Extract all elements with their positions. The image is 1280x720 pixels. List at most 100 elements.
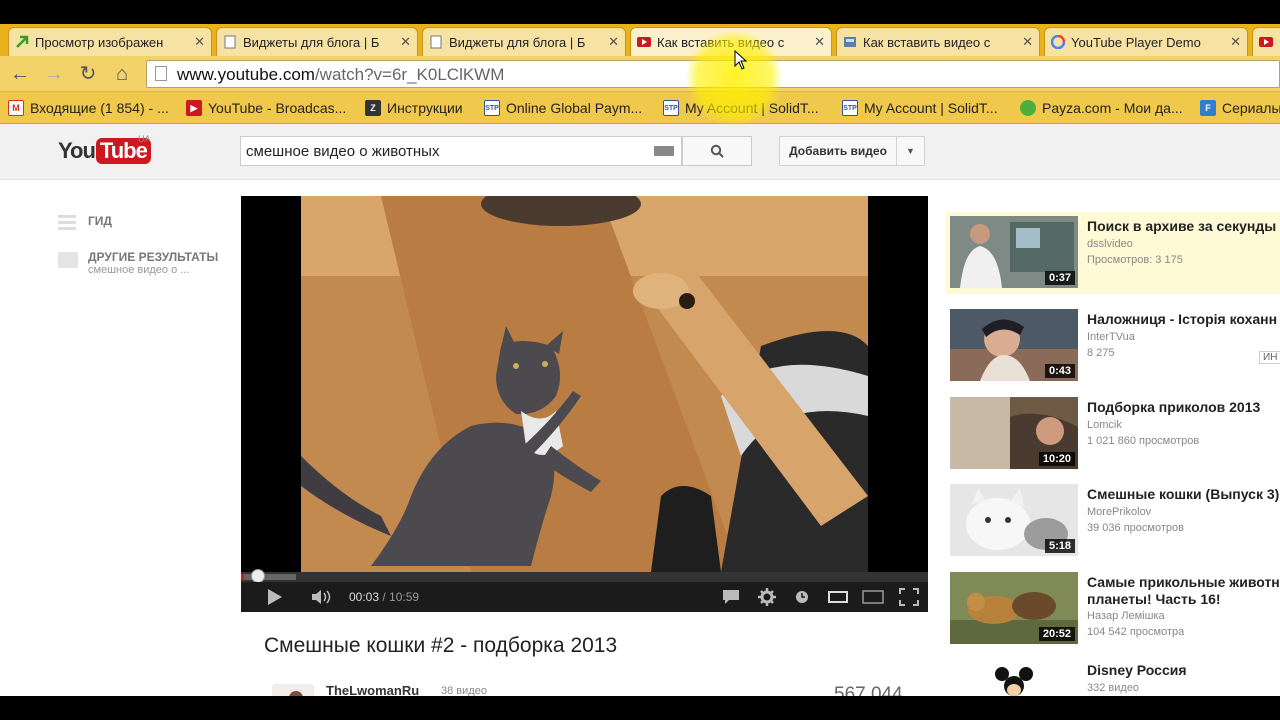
youtube-masthead: YouTube UA Добавить видео ▼ [0, 124, 1280, 180]
payza-icon [1020, 100, 1036, 116]
tab-image-viewer[interactable]: Просмотр изображен ✕ [8, 27, 212, 56]
small-player-icon [828, 591, 848, 603]
related-views: Просмотров: 3 175 [1087, 254, 1183, 266]
avatar[interactable] [272, 684, 314, 696]
video-duration: 5:18 [1044, 539, 1075, 553]
guide-item-guide[interactable]: ГИД [58, 214, 112, 232]
related-title-line2[interactable]: планеты! Часть 16! [1087, 591, 1221, 608]
bookmark-youtube-broadcast[interactable]: ▶ YouTube - Broadcas... [186, 98, 346, 118]
video-player[interactable]: 00:03 / 10:59 [241, 196, 928, 612]
video-thumbnail[interactable]: 0:37 [950, 216, 1078, 288]
view-count: 567 044 [834, 684, 903, 696]
related-title[interactable]: Смешные кошки (Выпуск 3) [1087, 486, 1279, 503]
gmail-icon: M [8, 100, 24, 116]
close-icon[interactable]: ✕ [608, 34, 619, 50]
tab-how-to-embed-2[interactable]: Как вставить видео с ✕ [836, 27, 1040, 56]
related-video[interactable]: 5:18 Смешные кошки (Выпуск 3) MorePrikol… [946, 480, 1280, 562]
video-duration: 0:37 [1044, 271, 1075, 285]
youtube-icon [637, 35, 651, 49]
settings-button[interactable] [757, 587, 777, 607]
related-video[interactable]: 20:52 Самые прикольные животн планеты! Ч… [946, 568, 1280, 650]
back-button[interactable]: ← [8, 62, 32, 86]
bookmark-instructions[interactable]: Z Инструкции [365, 98, 463, 118]
reload-button[interactable]: ↻ [76, 62, 100, 86]
close-icon[interactable]: ✕ [400, 34, 411, 50]
youtube-logo[interactable]: You Tube UA [58, 134, 151, 166]
tab-widgets-2[interactable]: Виджеты для блога | Б ✕ [422, 27, 626, 56]
keyboard-icon[interactable] [654, 146, 674, 156]
player-controls: 00:03 / 10:59 [241, 582, 928, 612]
related-title[interactable]: Подборка приколов 2013 [1087, 399, 1260, 416]
close-icon[interactable]: ✕ [1230, 34, 1241, 50]
chevron-down-icon: ▼ [906, 146, 915, 156]
upload-button[interactable]: Добавить видео [779, 136, 897, 166]
bookmark-gmail[interactable]: M Входящие (1 854) - ... [8, 98, 169, 118]
scrub-handle[interactable] [251, 569, 266, 583]
video-thumbnail[interactable]: 20:52 [950, 572, 1078, 644]
related-title[interactable]: Наложниця - Історія коханн [1087, 311, 1277, 328]
bookmark-payza[interactable]: Payza.com - Мои да... [1020, 98, 1183, 118]
search-button[interactable] [682, 136, 752, 166]
f-icon: F [1200, 100, 1216, 116]
tab-youtube-player-demo[interactable]: YouTube Player Demo ✕ [1044, 27, 1248, 56]
related-title[interactable]: Поиск в архиве за секунды [1087, 218, 1276, 235]
green-arrow-icon [15, 35, 29, 49]
small-player-button[interactable] [827, 587, 849, 607]
tab-youtube-partial[interactable] [1252, 27, 1280, 56]
close-icon[interactable]: ✕ [194, 34, 205, 50]
guide-item-other-results[interactable]: ДРУГИЕ РЕЗУЛЬТАТЫ смешное видео о ... [58, 250, 218, 276]
current-time: 00:03 [349, 590, 380, 604]
bookmark-label: Входящие (1 854) - ... [30, 100, 169, 116]
search-icon [710, 144, 724, 158]
mickey-icon [950, 660, 1078, 696]
video-thumbnail[interactable]: 10:20 [950, 397, 1078, 469]
time-display: 00:03 / 10:59 [349, 590, 419, 604]
video-thumbnail[interactable]: 5:18 [950, 484, 1078, 556]
related-channel: 332 видео [1087, 682, 1140, 694]
forward-button[interactable]: → [42, 62, 66, 86]
logo-region: UA [138, 134, 151, 144]
video-thumbnail[interactable]: 0:43 [950, 309, 1078, 381]
related-video[interactable]: 0:43 Наложниця - Історія коханн InterTVu… [946, 305, 1280, 387]
channel-thumbnail[interactable] [950, 660, 1078, 696]
tab-title: Виджеты для блога | Б [243, 34, 380, 50]
video-frame-image [301, 196, 868, 572]
related-title[interactable]: Самые прикольные животн [1087, 574, 1280, 591]
other-results-query: смешное видео о ... [88, 264, 190, 276]
video-title: Смешные кошки #2 - подборка 2013 [264, 634, 618, 657]
bookmark-online-global[interactable]: STP Online Global Paym... [484, 98, 642, 118]
captions-button[interactable] [721, 587, 741, 607]
bookmark-label: Payza.com - Мои да... [1042, 100, 1183, 116]
channel-name[interactable]: TheLwomanRu [326, 683, 419, 696]
bookmark-label: Сериалы [1222, 100, 1280, 116]
large-player-button[interactable] [861, 587, 885, 607]
related-views: 8 275 [1087, 347, 1115, 359]
bookmark-label: My Account | SolidT... [864, 100, 998, 116]
close-icon[interactable]: ✕ [814, 34, 825, 50]
stp-icon: STP [842, 100, 858, 116]
progress-bar[interactable] [241, 569, 928, 583]
related-video[interactable]: 0:37 Поиск в архиве за секунды dsslvideo… [946, 212, 1280, 294]
related-channel-item[interactable]: Disney Россия 332 видео [946, 656, 1280, 696]
guide-menu-icon [58, 215, 76, 230]
tab-widgets-1[interactable]: Виджеты для блога | Б ✕ [216, 27, 418, 56]
channel-video-count: 38 видео [441, 685, 487, 696]
related-video[interactable]: 10:20 Подборка приколов 2013 Lomcik 1 02… [946, 393, 1280, 475]
upload-menu-button[interactable]: ▼ [897, 136, 925, 166]
search-input[interactable] [240, 136, 682, 166]
buffer-bar [241, 574, 296, 580]
video-frame[interactable] [301, 196, 868, 572]
play-button[interactable] [265, 587, 285, 607]
bookmark-label: Online Global Paym... [506, 100, 643, 116]
close-icon[interactable]: ✕ [1022, 34, 1033, 50]
fullscreen-button[interactable] [897, 587, 921, 607]
video-duration: 20:52 [1038, 627, 1075, 641]
watch-later-button[interactable] [793, 587, 811, 607]
related-title[interactable]: Disney Россия [1087, 662, 1187, 679]
mute-button[interactable] [311, 587, 335, 607]
time-separator: / [379, 590, 390, 604]
bookmark-serials[interactable]: F Сериалы [1200, 98, 1280, 118]
url-text[interactable]: www.youtube.com/watch?v=6r_K0LClKWM [177, 65, 504, 85]
bookmark-my-account-2[interactable]: STP My Account | SolidT... [842, 98, 998, 118]
home-button[interactable]: ⌂ [110, 62, 134, 86]
